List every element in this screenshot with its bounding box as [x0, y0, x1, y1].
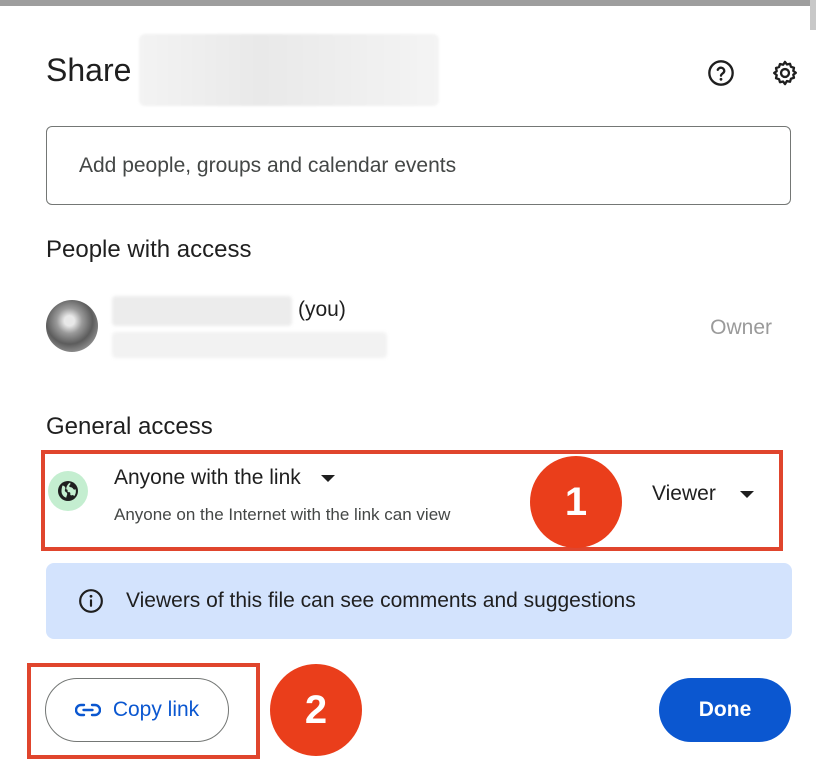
people-with-access-heading: People with access: [46, 236, 252, 263]
help-button[interactable]: [704, 56, 738, 90]
general-access-heading: General access: [46, 413, 213, 440]
info-icon: [79, 589, 103, 613]
settings-button[interactable]: [768, 56, 802, 90]
help-circle-icon: [708, 60, 734, 86]
redacted-file-name: [139, 34, 440, 106]
owner-role-label: Owner: [710, 316, 772, 339]
owner-row: (you) Owner: [46, 296, 786, 372]
add-people-field[interactable]: [46, 126, 791, 205]
gear-icon: [772, 60, 798, 86]
redacted-owner-name: [112, 296, 292, 326]
dialog-header: Share: [46, 34, 440, 106]
window-top-border: [0, 0, 816, 6]
window-right-border: [810, 0, 816, 30]
info-banner: Viewers of this file can see comments an…: [46, 563, 792, 639]
step-badge-2: 2: [270, 664, 362, 756]
redacted-owner-email: [112, 332, 387, 358]
avatar: [46, 300, 98, 352]
info-banner-text: Viewers of this file can see comments an…: [126, 589, 636, 612]
done-button[interactable]: Done: [659, 678, 791, 742]
highlight-box-copy-link: [27, 663, 260, 759]
dialog-title: Share: [46, 51, 132, 88]
add-people-input[interactable]: [79, 153, 790, 178]
you-label: (you): [298, 298, 346, 321]
step-badge-1: 1: [530, 456, 622, 548]
highlight-box-general-access: [41, 450, 783, 551]
